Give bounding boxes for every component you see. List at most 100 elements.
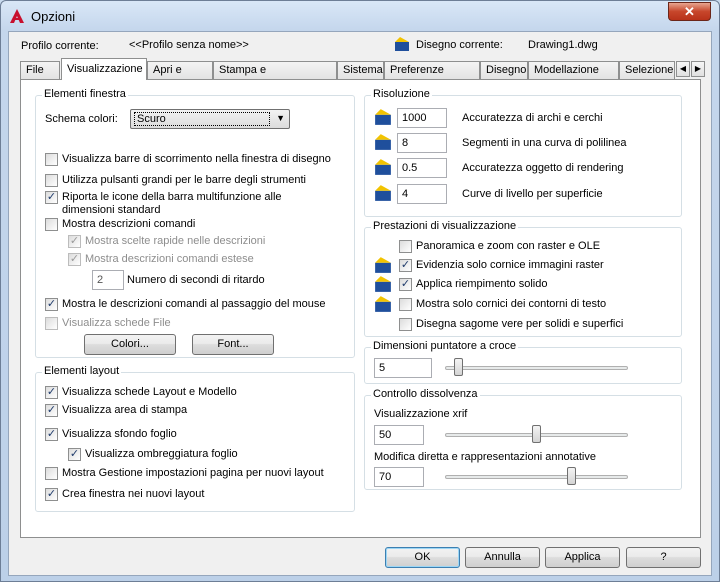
drawing-saved-icon bbox=[375, 109, 391, 125]
ok-button[interactable]: OK bbox=[385, 547, 460, 568]
tab-scroll-left-icon[interactable]: ◀ bbox=[676, 61, 690, 77]
xref-fade-input[interactable]: 50 bbox=[374, 425, 424, 445]
drawing-saved-icon bbox=[375, 296, 391, 312]
tab-disegno[interactable]: Disegno bbox=[480, 61, 528, 79]
inplace-fade-slider[interactable] bbox=[566, 467, 576, 485]
rendering-smoothness-label: Accuratezza oggetto di rendering bbox=[462, 162, 624, 174]
checkbox-paper-background[interactable]: ✓ bbox=[45, 428, 58, 441]
title-bar[interactable]: Opzioni ✕ bbox=[1, 1, 719, 31]
checkbox-label: Crea finestra nei nuovi layout bbox=[62, 488, 205, 500]
checkbox-label: Visualizza sfondo foglio bbox=[62, 428, 177, 440]
tab-stampa-e-pubblicazione[interactable]: Stampa e pubblicazione bbox=[213, 61, 337, 92]
tab-sistema[interactable]: Sistema bbox=[337, 61, 384, 79]
window-title: Opzioni bbox=[31, 9, 76, 24]
crosshair-slider[interactable] bbox=[453, 358, 463, 376]
apply-button[interactable]: Applica bbox=[545, 547, 620, 568]
xref-fade-label: Visualizzazione xrif bbox=[374, 408, 468, 420]
checkbox-pan-zoom-raster[interactable] bbox=[399, 240, 412, 253]
checkbox-text-boundary[interactable] bbox=[399, 298, 412, 311]
tab-strip: File Visualizzazione Apri e salva Stampa… bbox=[20, 58, 705, 92]
checkbox-label: Visualizza barre di scorrimento nella fi… bbox=[62, 153, 331, 165]
checkbox-label: Riporta le icone della barra multifunzio… bbox=[62, 191, 282, 203]
close-button[interactable]: ✕ bbox=[668, 2, 711, 21]
checkbox-layout-model-tabs[interactable]: ✓ bbox=[45, 386, 58, 399]
tab-file[interactable]: File bbox=[20, 61, 60, 79]
checkbox-label: Visualizza ombreggiatura foglio bbox=[85, 448, 238, 460]
dialog-client: Profilo corrente: <<Profilo senza nome>>… bbox=[8, 31, 712, 576]
checkbox-label: Evidenzia solo cornice immagini raster bbox=[416, 259, 604, 271]
checkbox-label: Mostra le descrizioni comandi al passagg… bbox=[62, 298, 326, 310]
drawing-value: Drawing1.dwg bbox=[528, 39, 598, 51]
profile-value: <<Profilo senza nome>> bbox=[129, 39, 249, 51]
group-crosshair-size: Dimensioni puntatore a croce 5 bbox=[364, 340, 682, 384]
checkbox-page-setup-manager[interactable] bbox=[45, 467, 58, 480]
group-title: Elementi finestra bbox=[42, 88, 128, 100]
tab-scroll-right-icon[interactable]: ▶ bbox=[691, 61, 705, 77]
checkbox-file-tabs[interactable] bbox=[45, 317, 58, 330]
tab-modellazione-3d[interactable]: Modellazione 3D bbox=[528, 61, 619, 92]
checkbox-printable-area[interactable]: ✓ bbox=[45, 404, 58, 417]
group-resolution: Risoluzione 1000 Accuratezza di archi e … bbox=[364, 88, 682, 217]
crosshair-slider-track bbox=[445, 366, 628, 370]
options-dialog: Opzioni ✕ Profilo corrente: <<Profilo se… bbox=[0, 0, 720, 582]
arc-smoothness-label: Accuratezza di archi e cerchi bbox=[462, 112, 603, 124]
color-scheme-select[interactable]: Scuro ▼ bbox=[130, 109, 290, 129]
inplace-fade-input[interactable]: 70 bbox=[374, 467, 424, 487]
drawing-saved-icon bbox=[375, 134, 391, 150]
checkbox-create-viewport[interactable]: ✓ bbox=[45, 488, 58, 501]
group-window-elements: Elementi finestra Schema colori: Scuro ▼… bbox=[35, 88, 355, 358]
drawing-label: Disegno corrente: bbox=[416, 39, 503, 51]
tab-panel-visualizzazione: Elementi finestra Schema colori: Scuro ▼… bbox=[20, 79, 701, 538]
arc-smoothness-input[interactable]: 1000 bbox=[397, 108, 447, 128]
checkbox-label: Disegna sagome vere per solidi e superfi… bbox=[416, 318, 624, 330]
checkbox-shortcut-keys[interactable]: ✓ bbox=[68, 235, 81, 248]
drawing-saved-icon bbox=[375, 257, 391, 273]
checkbox-label: Mostra descrizioni comandi bbox=[62, 218, 196, 230]
tab-apri-e-salva[interactable]: Apri e salva bbox=[147, 61, 213, 92]
drawing-saved-icon bbox=[375, 276, 391, 292]
checkbox-label: Visualizza area di stampa bbox=[62, 404, 188, 416]
color-scheme-value: Scuro bbox=[134, 112, 270, 126]
tab-visualizzazione[interactable]: Visualizzazione bbox=[61, 58, 147, 80]
tooltip-delay-input[interactable]: 2 bbox=[92, 270, 124, 290]
help-button[interactable]: ? bbox=[626, 547, 701, 568]
inplace-fade-slider-track bbox=[445, 475, 628, 479]
tab-preferenze-utente[interactable]: Preferenze utente bbox=[384, 61, 480, 92]
tooltip-delay-label: Numero di secondi di ritardo bbox=[127, 274, 265, 286]
tab-selezione[interactable]: Selezione bbox=[619, 61, 675, 79]
xref-fade-slider[interactable] bbox=[532, 425, 541, 443]
cancel-button[interactable]: Annulla bbox=[465, 547, 540, 568]
checkbox-true-silhouettes[interactable] bbox=[399, 318, 412, 331]
checkbox-label: Mostra scelte rapide nelle descrizioni bbox=[85, 235, 266, 247]
rendering-smoothness-input[interactable]: 0.5 bbox=[397, 158, 447, 178]
checkbox-paper-shadow[interactable]: ✓ bbox=[68, 448, 81, 461]
checkbox-rollover-tooltips[interactable]: ✓ bbox=[45, 298, 58, 311]
group-fade-control: Controllo dissolvenza Visualizzazione xr… bbox=[364, 388, 682, 490]
checkbox-ribbon-icons[interactable]: ✓ bbox=[45, 191, 58, 204]
polyline-segments-input[interactable]: 8 bbox=[397, 133, 447, 153]
checkbox-extended-tooltips[interactable]: ✓ bbox=[68, 253, 81, 266]
checkbox-solid-fill[interactable]: ✓ bbox=[399, 278, 412, 291]
drawing-saved-icon bbox=[375, 185, 391, 201]
checkbox-highlight-raster-frame[interactable]: ✓ bbox=[399, 259, 412, 272]
checkbox-large-buttons[interactable] bbox=[45, 174, 58, 187]
checkbox-label: Utilizza pulsanti grandi per le barre de… bbox=[62, 174, 306, 186]
group-title: Controllo dissolvenza bbox=[371, 388, 480, 400]
checkbox-label: Mostra solo cornici dei contorni di test… bbox=[416, 298, 607, 310]
polyline-segments-label: Segmenti in una curva di polilinea bbox=[462, 137, 627, 149]
checkbox-label: Panoramica e zoom con raster e OLE bbox=[416, 240, 601, 252]
checkbox-label: Mostra descrizioni comandi estese bbox=[85, 253, 254, 265]
checkbox-label-line2: dimensioni standard bbox=[62, 204, 161, 216]
chevron-down-icon: ▼ bbox=[276, 113, 285, 123]
autocad-logo-icon bbox=[10, 9, 24, 23]
checkbox-label: Visualizza schede File bbox=[62, 317, 171, 329]
crosshair-size-input[interactable]: 5 bbox=[374, 358, 432, 378]
checkbox-scrollbars[interactable] bbox=[45, 153, 58, 166]
checkbox-tooltips[interactable] bbox=[45, 218, 58, 231]
colors-button[interactable]: Colori... bbox=[84, 334, 176, 355]
contour-lines-input[interactable]: 4 bbox=[397, 184, 447, 204]
group-title: Prestazioni di visualizzazione bbox=[371, 220, 519, 232]
checkbox-label: Visualizza schede Layout e Modello bbox=[62, 386, 237, 398]
font-button[interactable]: Font... bbox=[192, 334, 274, 355]
color-scheme-label: Schema colori: bbox=[45, 113, 118, 125]
